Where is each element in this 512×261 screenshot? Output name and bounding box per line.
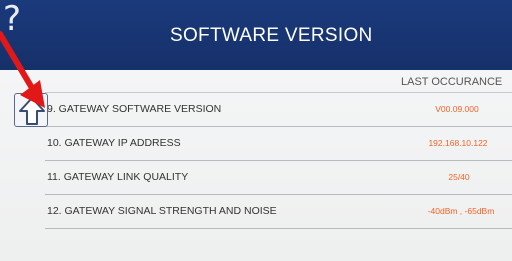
column-header-last-occurance: LAST OCCURANCE [401,76,503,88]
table-row-gateway-link-quality: 11. GATEWAY LINK QUALITY 25/40 [45,161,512,195]
row-label: 12. GATEWAY SIGNAL STRENGTH AND NOISE [47,205,277,217]
table-row-gateway-software-version: 9. GATEWAY SOFTWARE VERSION V00.09.000 [45,93,512,127]
row-value: -40dBm , -65dBm [427,206,495,216]
red-pointer-arrow [0,31,45,108]
device-screen: ? SOFTWARE VERSION LAST OCCURANCE 9. GAT… [0,0,512,261]
page-title: SOFTWARE VERSION [170,25,373,46]
table-row-gateway-signal-strength: 12. GATEWAY SIGNAL STRENGTH AND NOISE -4… [45,195,512,229]
row-label: 10. GATEWAY IP ADDRESS [47,137,181,149]
row-value: 192.168.10.122 [428,138,488,148]
table-row-gateway-ip-address: 10. GATEWAY IP ADDRESS 192.168.10.122 [45,127,512,161]
row-value: 25/40 [448,172,470,182]
row-value: V00.09.000 [435,104,479,114]
row-label: 11. GATEWAY LINK QUALITY [47,171,189,183]
row-label: 9. GATEWAY SOFTWARE VERSION [47,103,222,115]
